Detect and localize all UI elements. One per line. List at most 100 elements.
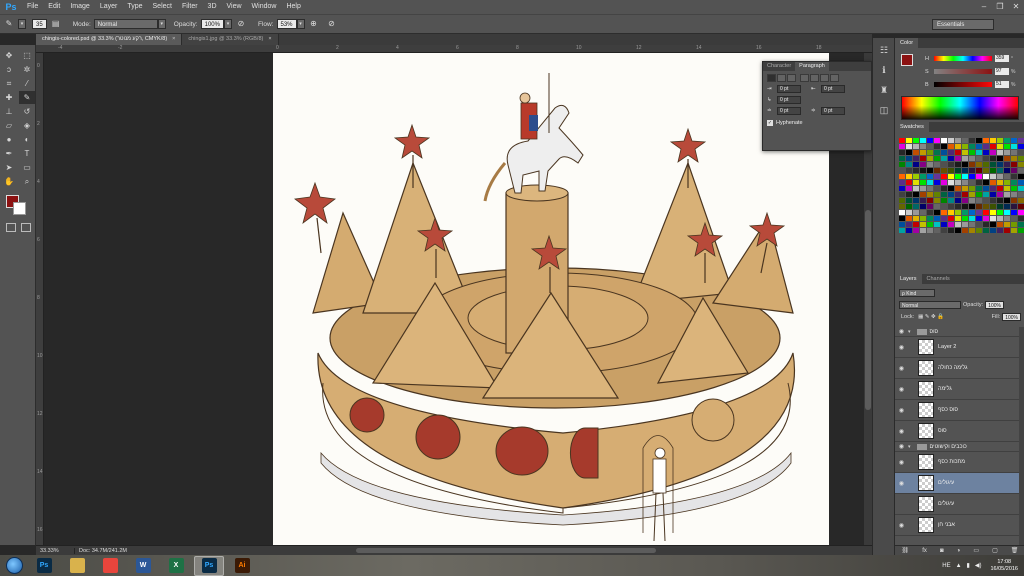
- color-swatch[interactable]: [1011, 228, 1017, 233]
- color-swatch[interactable]: [934, 144, 940, 149]
- color-swatch[interactable]: [941, 150, 947, 155]
- properties-panel-icon[interactable]: ℹ: [874, 62, 894, 78]
- color-swatch[interactable]: [1011, 204, 1017, 209]
- tab-chingis-colored[interactable]: chingis-colored.psd @ 33.3% (רקע מנוטר, …: [36, 34, 183, 45]
- eyedropper-tool-icon[interactable]: ⁄: [19, 77, 35, 90]
- color-swatch[interactable]: [906, 144, 912, 149]
- color-swatch[interactable]: [976, 168, 982, 173]
- color-swatch[interactable]: [983, 156, 989, 161]
- lasso-tool-icon[interactable]: ↄ: [1, 63, 17, 76]
- justify-center-button[interactable]: [810, 74, 819, 82]
- color-swatch[interactable]: [976, 162, 982, 167]
- type-tool-icon[interactable]: T: [19, 147, 35, 160]
- mode-dropdown[interactable]: ▾: [157, 19, 166, 29]
- color-swatch[interactable]: [913, 138, 919, 143]
- color-swatch[interactable]: [990, 186, 996, 191]
- color-swatch[interactable]: [948, 162, 954, 167]
- color-swatch[interactable]: [990, 210, 996, 215]
- color-swatch[interactable]: [913, 216, 919, 221]
- color-swatch[interactable]: [1004, 174, 1010, 179]
- color-swatch[interactable]: [906, 204, 912, 209]
- new-group-icon[interactable]: ▭: [973, 547, 979, 554]
- color-swatch[interactable]: [1004, 150, 1010, 155]
- color-swatch[interactable]: [997, 210, 1003, 215]
- color-swatch[interactable]: [976, 174, 982, 179]
- color-swatch[interactable]: [976, 150, 982, 155]
- pen-tool-icon[interactable]: ✒: [1, 147, 17, 160]
- color-swatch[interactable]: [920, 162, 926, 167]
- color-swatch[interactable]: [927, 138, 933, 143]
- color-swatch[interactable]: [913, 198, 919, 203]
- tool-preset-dropdown[interactable]: ▾: [18, 19, 26, 29]
- menu-help[interactable]: Help: [281, 0, 305, 14]
- color-swatch[interactable]: [990, 138, 996, 143]
- color-swatch[interactable]: [913, 144, 919, 149]
- color-swatch[interactable]: [913, 204, 919, 209]
- color-swatch[interactable]: [976, 216, 982, 221]
- mode-select[interactable]: Normal: [93, 19, 158, 29]
- color-swatch[interactable]: [948, 168, 954, 173]
- color-swatch[interactable]: [948, 216, 954, 221]
- color-spectrum[interactable]: [901, 96, 1019, 120]
- color-swatch[interactable]: [927, 168, 933, 173]
- color-swatch[interactable]: [927, 180, 933, 185]
- color-swatch[interactable]: [997, 162, 1003, 167]
- color-swatch[interactable]: [983, 138, 989, 143]
- color-swatch[interactable]: [948, 192, 954, 197]
- color-swatch[interactable]: [1018, 144, 1024, 149]
- color-swatch[interactable]: [969, 222, 975, 227]
- color-swatch[interactable]: [962, 216, 968, 221]
- color-swatch[interactable]: [962, 168, 968, 173]
- color-swatch[interactable]: [1018, 138, 1024, 143]
- color-swatch[interactable]: [906, 174, 912, 179]
- color-swatch[interactable]: [990, 150, 996, 155]
- color-swatch[interactable]: [976, 222, 982, 227]
- color-swatch[interactable]: [948, 138, 954, 143]
- group-expand-icon[interactable]: ▾: [908, 444, 911, 450]
- color-swatch[interactable]: [1011, 180, 1017, 185]
- tab-character[interactable]: Character: [763, 62, 795, 71]
- hue-track[interactable]: [934, 56, 992, 61]
- color-swatch[interactable]: [1011, 210, 1017, 215]
- layer-row[interactable]: ◉ עיגולים: [895, 473, 1019, 494]
- color-swatch[interactable]: [1011, 222, 1017, 227]
- color-swatch[interactable]: [927, 204, 933, 209]
- color-swatch[interactable]: [976, 192, 982, 197]
- color-swatch[interactable]: [955, 198, 961, 203]
- color-swatch[interactable]: [934, 156, 940, 161]
- color-swatch[interactable]: [962, 210, 968, 215]
- color-swatch[interactable]: [990, 222, 996, 227]
- color-swatch[interactable]: [997, 180, 1003, 185]
- color-swatch[interactable]: [906, 210, 912, 215]
- background-color-swatch[interactable]: [13, 202, 26, 215]
- color-swatch[interactable]: [1018, 210, 1024, 215]
- color-swatch[interactable]: [899, 192, 905, 197]
- visibility-eye-icon[interactable]: ◉: [895, 365, 908, 372]
- color-swatch[interactable]: [990, 168, 996, 173]
- color-swatch[interactable]: [906, 228, 912, 233]
- color-swatch[interactable]: [969, 228, 975, 233]
- volume-icon[interactable]: ◀): [975, 562, 982, 569]
- taskbar-app-button[interactable]: Ps: [29, 556, 59, 576]
- color-swatch[interactable]: [899, 138, 905, 143]
- color-swatch[interactable]: [948, 180, 954, 185]
- menu-type[interactable]: Type: [122, 0, 147, 14]
- color-swatch[interactable]: [955, 222, 961, 227]
- color-swatch[interactable]: [934, 222, 940, 227]
- airbrush-icon[interactable]: ⊕: [308, 18, 320, 30]
- color-swatch[interactable]: [906, 168, 912, 173]
- color-swatch[interactable]: [934, 186, 940, 191]
- brush-tool-icon[interactable]: ✎: [3, 18, 15, 30]
- color-swatch[interactable]: [941, 138, 947, 143]
- color-swatch[interactable]: [983, 216, 989, 221]
- color-swatch[interactable]: [906, 222, 912, 227]
- layer-opacity-field[interactable]: 100%: [985, 301, 1004, 309]
- brush-size-field[interactable]: 35: [32, 19, 47, 29]
- color-swatch[interactable]: [913, 210, 919, 215]
- color-swatch[interactable]: [906, 138, 912, 143]
- color-swatch[interactable]: [1004, 180, 1010, 185]
- color-swatch[interactable]: [899, 210, 905, 215]
- color-swatch[interactable]: [1004, 192, 1010, 197]
- color-swatch[interactable]: [927, 162, 933, 167]
- brightness-slider[interactable]: B 51 %: [925, 80, 1019, 89]
